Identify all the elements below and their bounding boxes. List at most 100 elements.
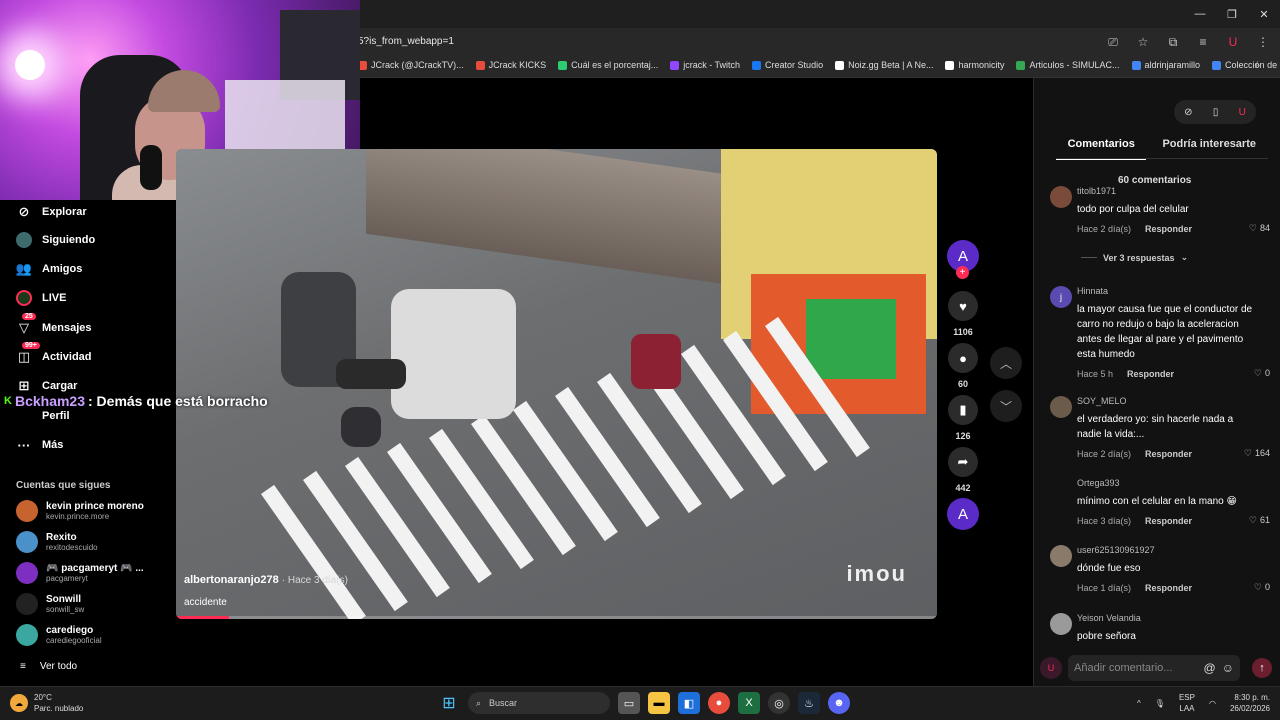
cast-icon[interactable]: ⎚ xyxy=(1104,33,1122,51)
clock[interactable]: 8:30 p. m. 26/02/2026 xyxy=(1230,692,1270,714)
menu-icon[interactable]: ⋮ xyxy=(1254,33,1272,51)
comment-like-button[interactable]: ♡ 0 xyxy=(1254,368,1270,379)
phone-icon[interactable]: ▯ xyxy=(1213,107,1219,118)
comment-like-button[interactable]: ♡ 61 xyxy=(1249,515,1270,526)
share-action[interactable]: ➦ 442 xyxy=(946,447,980,493)
discord-icon[interactable]: ☻ xyxy=(828,692,850,714)
nav-messages[interactable]: ▽ 25 Mensajes xyxy=(16,313,92,336)
comment-username[interactable]: Hinnata xyxy=(1077,286,1270,296)
bookmark-item[interactable]: JCrack KICKS xyxy=(475,60,546,70)
reply-button[interactable]: Responder xyxy=(1145,516,1192,526)
comment-username[interactable]: Yeison Velandia xyxy=(1077,613,1270,623)
restore-icon[interactable]: ❐ xyxy=(1216,0,1248,28)
avatar[interactable] xyxy=(1050,396,1072,418)
emoji-icon[interactable]: ☺ xyxy=(1222,661,1234,675)
comment-like-button[interactable]: ♡ 84 xyxy=(1249,223,1270,234)
bookmark-item[interactable]: Cuál es el porcentaj... xyxy=(558,60,658,70)
view-replies-button[interactable]: Ver 3 respuestas ⌄ xyxy=(1081,252,1188,263)
weather-widget[interactable]: ☁ 20°C Parc. nublado xyxy=(10,692,83,714)
media-icon[interactable]: ≡ xyxy=(1194,33,1212,51)
avatar[interactable] xyxy=(1050,545,1072,567)
extensions-icon[interactable]: ⧉ xyxy=(1164,33,1182,51)
sound-avatar[interactable]: A xyxy=(947,498,979,530)
bookmark-item[interactable]: aldrinjaramillo xyxy=(1131,60,1200,70)
compass-small-icon[interactable]: ⊘ xyxy=(1184,107,1192,118)
comment-like-button[interactable]: ♡ 164 xyxy=(1244,448,1270,459)
steam-icon[interactable]: ♨ xyxy=(798,692,820,714)
share-icon[interactable]: ➦ xyxy=(948,447,978,477)
close-icon[interactable]: ✕ xyxy=(1248,0,1280,28)
video-progress-bar[interactable] xyxy=(176,616,937,619)
tab-may-interest[interactable]: Podría interesarte xyxy=(1162,134,1256,160)
reply-button[interactable]: Responder xyxy=(1145,224,1192,234)
obs-icon[interactable]: ◎ xyxy=(768,692,790,714)
mic-icon[interactable]: 🎙 xyxy=(1155,699,1165,708)
bookmark-item[interactable]: Creator Studio xyxy=(752,60,823,70)
tray-chevron-icon[interactable]: ^ xyxy=(1137,699,1141,708)
author-avatar-button[interactable]: A + xyxy=(946,240,980,279)
reply-button[interactable]: Responder xyxy=(1127,369,1174,379)
nav-live[interactable]: LIVE xyxy=(16,290,66,306)
taskbar-search[interactable]: ⌕ Buscar xyxy=(468,692,610,714)
comment-input[interactable]: Añadir comentario... @ ☺ xyxy=(1068,655,1240,681)
store-icon[interactable]: ◧ xyxy=(678,692,700,714)
comment-like-button[interactable]: ♡ 0 xyxy=(1254,582,1270,593)
sound-avatar-button[interactable]: A xyxy=(946,498,980,530)
like-action[interactable]: ♥ 1106 xyxy=(946,291,980,337)
language-indicator[interactable]: ESP LAA xyxy=(1179,692,1195,714)
windows-start-icon[interactable]: ⊞ xyxy=(438,692,460,714)
excel-icon[interactable]: X xyxy=(738,692,760,714)
nav-explore[interactable]: ⊘ Explorar xyxy=(16,204,87,220)
bookmarks-more-icon[interactable]: » xyxy=(1254,60,1260,71)
reply-button[interactable]: Responder xyxy=(1145,583,1192,593)
comment-action[interactable]: ● 60 xyxy=(946,343,980,389)
previous-video-button[interactable]: ︿ xyxy=(990,347,1022,379)
following-item[interactable]: Sonwill sonwill_sw xyxy=(16,593,84,615)
profile-icon[interactable]: U xyxy=(1224,33,1242,51)
video-player[interactable]: imou albertonaranjo278 · Hace 3 día(s) ac… xyxy=(176,149,937,619)
following-item[interactable]: kevin prince moreno kevin.prince.more xyxy=(16,500,144,522)
nav-friends[interactable]: 👥 Amigos xyxy=(16,261,82,277)
bookmark-icon[interactable]: ▮ xyxy=(948,395,978,425)
comment-username[interactable]: titolb1971 xyxy=(1077,186,1270,196)
comment-username[interactable]: user625130961927 xyxy=(1077,545,1270,555)
following-item[interactable]: Rexito rexitodescuido xyxy=(16,531,98,553)
save-action[interactable]: ▮ 126 xyxy=(946,395,980,441)
author-name[interactable]: albertonaranjo278 xyxy=(184,574,279,586)
nav-activity[interactable]: ◫ 99+ Actividad xyxy=(16,342,92,365)
bookmark-item[interactable]: harmonicity xyxy=(945,60,1004,70)
comment-icon[interactable]: ● xyxy=(948,343,978,373)
task-view-icon[interactable]: ▭ xyxy=(618,692,640,714)
bookmark-item[interactable]: Colección de M_blei... xyxy=(1212,60,1280,70)
nav-following[interactable]: Siguiendo xyxy=(16,232,95,248)
tab-comments[interactable]: Comentarios xyxy=(1056,134,1147,160)
following-item[interactable]: carediego carediegooficial xyxy=(16,624,102,646)
minimize-icon[interactable]: — xyxy=(1184,0,1216,28)
mention-icon[interactable]: @ xyxy=(1204,661,1216,675)
url-text[interactable]: 5?is_from_webapp=1 xyxy=(358,36,454,47)
nav-upload[interactable]: ⊞ Cargar xyxy=(16,378,78,394)
chrome-icon[interactable]: ● xyxy=(708,692,730,714)
bookmark-item[interactable]: Articulos - SIMULAC... xyxy=(1016,60,1120,70)
wifi-icon[interactable]: ◠ xyxy=(1209,699,1216,708)
see-all-link[interactable]: ≡ Ver todo xyxy=(20,661,77,672)
comment-username[interactable]: SOY_MELO xyxy=(1077,396,1270,406)
bookmark-item[interactable]: JCrack (@JCrackTV)... xyxy=(358,60,464,70)
avatar[interactable]: j xyxy=(1050,286,1072,308)
user-logo-icon[interactable]: U xyxy=(1239,107,1246,118)
avatar[interactable] xyxy=(1050,478,1072,500)
reply-button[interactable]: Responder xyxy=(1145,449,1192,459)
next-video-button[interactable]: ﹀ xyxy=(990,390,1022,422)
bookmark-item[interactable]: jcrack - Twitch xyxy=(670,60,740,70)
avatar[interactable] xyxy=(1050,186,1072,208)
follow-plus-icon[interactable]: + xyxy=(956,266,969,279)
star-icon[interactable]: ☆ xyxy=(1134,33,1152,51)
nav-more[interactable]: ··· Más xyxy=(16,437,64,453)
send-button[interactable]: ↑ xyxy=(1252,658,1272,678)
video-author[interactable]: albertonaranjo278 · Hace 3 día(s) xyxy=(184,574,348,586)
following-item[interactable]: 🎮 pacgameryt 🎮 ... pacgameryt xyxy=(16,562,144,584)
nav-profile[interactable]: Perfil xyxy=(16,408,70,424)
comment-username[interactable]: Ortega393 xyxy=(1077,478,1270,488)
heart-icon[interactable]: ♥ xyxy=(948,291,978,321)
bookmark-item[interactable]: Noiz.gg Beta | A Ne... xyxy=(835,60,933,70)
